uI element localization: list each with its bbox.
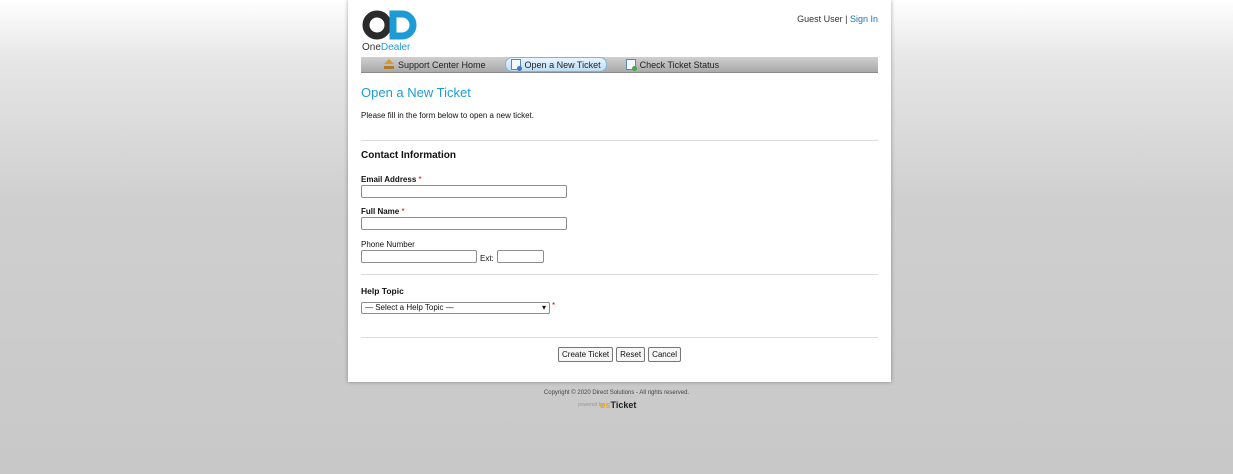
main-container: OneDealer Guest User | Sign In Support C…	[348, 0, 891, 382]
main-nav: Support Center Home Open a New Ticket Ch…	[361, 57, 878, 73]
nav-label: Check Ticket Status	[639, 59, 720, 70]
contact-heading: Contact Information	[361, 150, 456, 161]
copyright-text: Copyright © 2020 Direct Solutions - All …	[543, 390, 690, 396]
required-mark: *	[552, 301, 556, 310]
home-icon	[384, 59, 394, 69]
cancel-button[interactable]: Cancel	[648, 347, 681, 362]
required-mark: *	[418, 175, 422, 184]
full-name-field[interactable]	[361, 217, 567, 230]
sign-in-link[interactable]: Sign In	[850, 14, 878, 24]
phone-label: Phone Number	[361, 240, 415, 249]
osticket-logo-ticket: Ticket	[610, 400, 637, 410]
guest-user-label: Guest User	[797, 14, 843, 24]
divider	[361, 140, 878, 141]
nav-check-ticket-status[interactable]: Check Ticket Status	[621, 58, 725, 72]
phone-field[interactable]	[361, 250, 477, 263]
osticket-logo-os: os	[600, 400, 611, 410]
divider	[361, 274, 878, 275]
ticket-status-icon	[625, 59, 637, 71]
email-label-text: Email Address	[361, 175, 417, 184]
ext-label: Ext:	[480, 254, 494, 263]
full-name-label-text: Full Name	[361, 207, 400, 216]
nav-open-new-ticket[interactable]: Open a New Ticket	[504, 57, 607, 72]
help-topic-select[interactable]: — Select a Help Topic — ▾	[361, 302, 550, 314]
email-field[interactable]	[361, 185, 567, 198]
required-mark: *	[401, 207, 405, 216]
brand-name-dealer: Dealer	[380, 42, 411, 53]
help-topic-selected: — Select a Help Topic —	[365, 303, 454, 312]
divider	[361, 337, 878, 338]
full-name-label: Full Name *	[361, 207, 405, 216]
osticket-logo[interactable]: osTicket	[600, 400, 636, 410]
email-label: Email Address *	[361, 175, 422, 184]
chevron-down-icon: ▾	[541, 303, 546, 312]
nav-label: Support Center Home	[398, 59, 486, 70]
nav-support-center-home[interactable]: Support Center Home	[379, 58, 491, 72]
page-title: Open a New Ticket	[361, 85, 471, 100]
help-topic-label: Help Topic	[361, 286, 404, 296]
intro-text: Please fill in the form below to open a …	[361, 111, 534, 120]
phone-ext-field[interactable]	[497, 250, 544, 263]
nav-label: Open a New Ticket	[524, 59, 601, 70]
user-nav: Guest User | Sign In	[797, 14, 878, 24]
brand-name: OneDealer	[362, 42, 410, 53]
create-ticket-button[interactable]: Create Ticket	[558, 347, 614, 362]
brand-name-one: One	[362, 42, 381, 53]
reset-button[interactable]: Reset	[616, 347, 646, 362]
usernav-separator: |	[845, 14, 848, 24]
new-ticket-icon	[510, 59, 522, 71]
form-buttons: Create Ticket Reset Cancel	[348, 347, 891, 362]
